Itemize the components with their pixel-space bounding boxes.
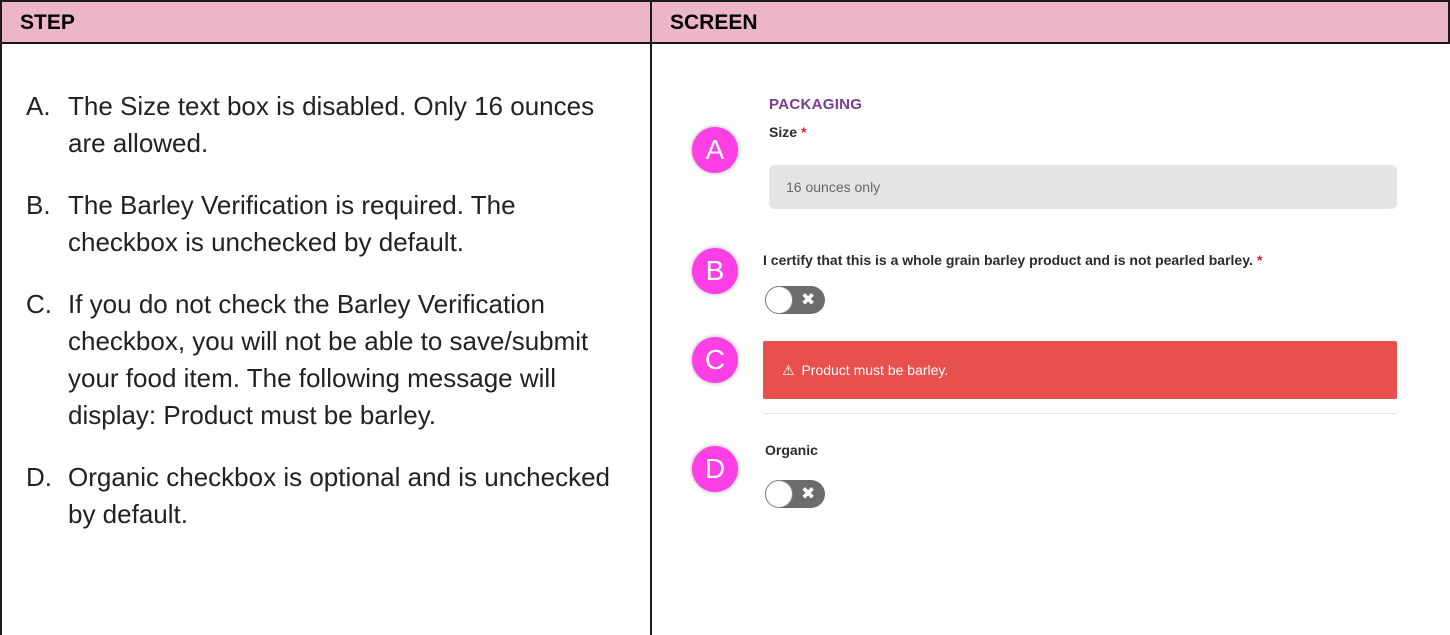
warning-icon: ⚠ <box>782 362 795 378</box>
step-text: The Size text box is disabled. Only 16 o… <box>68 91 595 158</box>
screen-screenshot: PACKAGING Size* I certify that this is a… <box>652 44 1448 635</box>
step-letter: A. <box>26 91 51 121</box>
barley-certify-label: I certify that this is a whole grain bar… <box>763 252 1262 268</box>
toggle-knob <box>766 481 792 507</box>
barley-certify-label-text: I certify that this is a whole grain bar… <box>763 252 1253 268</box>
step-text: If you do not check the Barley Verificat… <box>68 289 589 430</box>
step-letter: D. <box>26 462 52 492</box>
packaging-section-title: PACKAGING <box>769 96 863 113</box>
screen-header-label: SCREEN <box>670 11 758 34</box>
callout-marker-d: D <box>692 446 738 492</box>
step-text: The Barley Verification is required. The… <box>68 190 516 257</box>
x-icon: ✖ <box>801 290 816 309</box>
barley-certify-toggle[interactable]: ✖ <box>765 286 825 314</box>
step-item-c: C. If you do not check the Barley Verifi… <box>26 286 626 434</box>
callout-marker-b: B <box>692 248 738 294</box>
size-input[interactable] <box>769 165 1397 209</box>
toggle-knob <box>766 287 792 313</box>
step-letter: C. <box>26 289 52 319</box>
step-header-label: STEP <box>20 11 75 34</box>
step-letter: B. <box>26 190 51 220</box>
barley-error-alert: ⚠ Product must be barley. <box>763 341 1397 399</box>
organic-toggle[interactable]: ✖ <box>765 480 825 508</box>
screen-column-header: SCREEN <box>650 0 1450 44</box>
table-border-left <box>0 42 2 635</box>
required-asterisk: * <box>801 124 807 140</box>
step-item-d: D. Organic checkbox is optional and is u… <box>26 459 626 533</box>
instruction-table: STEP SCREEN A. The Size text box is disa… <box>0 0 1450 635</box>
step-column-header: STEP <box>0 0 652 44</box>
alert-message: Product must be barley. <box>801 362 949 378</box>
x-icon: ✖ <box>801 484 816 503</box>
size-label: Size * <box>769 124 806 140</box>
step-text: Organic checkbox is optional and is unch… <box>68 462 610 529</box>
section-divider <box>763 413 1397 414</box>
step-item-a: A. The Size text box is disabled. Only 1… <box>26 88 626 162</box>
step-item-b: B. The Barley Verification is required. … <box>26 187 626 261</box>
steps-list: A. The Size text box is disabled. Only 1… <box>26 88 626 558</box>
required-asterisk: * <box>1256 252 1263 268</box>
callout-marker-c: C <box>692 337 738 383</box>
size-label-text: Size <box>769 124 798 140</box>
callout-marker-a: A <box>692 127 738 173</box>
organic-label: Organic <box>765 442 818 458</box>
